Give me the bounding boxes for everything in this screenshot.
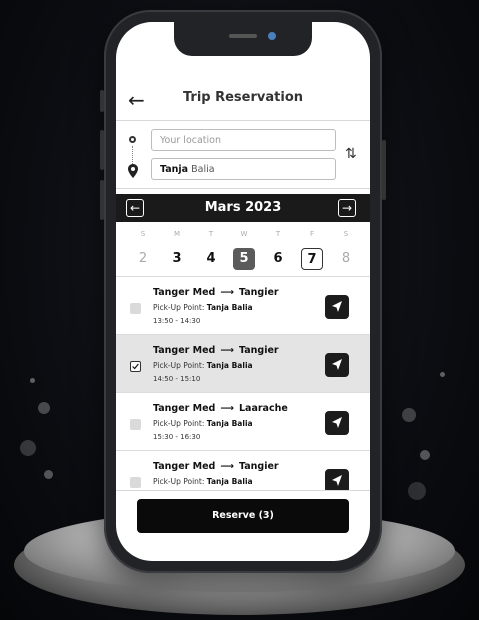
trip-pickup: Pick-Up Point: Tanja Balia [153, 361, 253, 370]
trip-route: Tanger Med ⟶ Laarache [153, 403, 288, 414]
month-selector: ← Mars 2023 → [116, 194, 370, 222]
phone-notch [174, 22, 312, 56]
trip-checkbox[interactable] [130, 303, 141, 314]
phone-side-button [100, 180, 104, 220]
bokeh-dot [30, 378, 35, 383]
reserve-button[interactable]: Reserve (3) [137, 499, 349, 533]
search-divider [116, 188, 370, 189]
trip-row[interactable]: Tanger Med ⟶ Tangier Pick-Up Point: Tanja … [116, 450, 370, 490]
next-month-button[interactable]: → [338, 199, 356, 217]
route-dotted-line [132, 146, 134, 164]
header-divider [116, 120, 370, 121]
bokeh-dot [20, 440, 36, 456]
trip-list: Tanger Med ⟶ Tangier Pick-Up Point: Tanja … [116, 276, 370, 490]
trip-route: Tanger Med ⟶ Tangier [153, 461, 279, 472]
trip-time: 15:30 - 16:30 [153, 433, 201, 441]
weekday-label: M [173, 230, 181, 238]
destination-value-bold: Tanja [160, 164, 189, 175]
weekday-label: F [309, 230, 315, 238]
trip-time: 13:50 - 14:30 [153, 317, 201, 325]
trip-checkbox[interactable] [130, 419, 141, 430]
weekday-label: S [343, 230, 349, 238]
calendar-day-outlined[interactable]: 7 [301, 248, 323, 270]
location-pin-icon [128, 164, 138, 178]
trip-row[interactable]: Tanger Med ⟶ Tangier Pick-Up Point: Tanja … [116, 276, 370, 335]
speaker-grille [229, 34, 257, 38]
navigation-arrow-icon[interactable] [325, 469, 349, 490]
weekday-label: T [275, 230, 281, 238]
weekday-label: W [240, 230, 248, 238]
list-bottom-divider [116, 490, 370, 491]
weekday-label: S [140, 230, 146, 238]
calendar-day[interactable]: 4 [200, 248, 222, 270]
phone-side-button [100, 90, 104, 112]
weekday-label: T [208, 230, 214, 238]
bokeh-dot [44, 470, 53, 479]
trip-checkbox[interactable] [130, 477, 141, 488]
phone-side-button [382, 140, 386, 200]
checkmark-icon [132, 363, 139, 370]
trip-row[interactable]: Tanger Med ⟶ Tangier Pick-Up Point: Tanja … [116, 334, 370, 393]
bokeh-dot [402, 408, 416, 422]
navigation-arrow-icon[interactable] [325, 411, 349, 435]
calendar-day[interactable]: 3 [166, 248, 188, 270]
bokeh-dot [420, 450, 430, 460]
phone-screen: ← Trip Reservation Your location Tanja B… [116, 22, 370, 561]
calendar-day[interactable]: 8 [335, 248, 357, 270]
destination-input[interactable]: Tanja Balia [151, 158, 336, 180]
trip-route: Tanger Med ⟶ Tangier [153, 345, 279, 356]
origin-dot-icon [129, 136, 136, 143]
calendar-day-selected[interactable]: 5 [233, 248, 255, 270]
trip-row[interactable]: Tanger Med ⟶ Laarache Pick-Up Point: Tanja… [116, 392, 370, 451]
bokeh-dot [408, 482, 426, 500]
origin-input[interactable]: Your location [151, 129, 336, 151]
trip-checkbox-checked[interactable] [130, 361, 141, 372]
phone-frame: ← Trip Reservation Your location Tanja B… [100, 10, 386, 573]
bokeh-dot [38, 402, 50, 414]
app-header: ← Trip Reservation [116, 84, 370, 120]
trip-pickup: Pick-Up Point: Tanja Balia [153, 419, 253, 428]
phone-side-button [100, 130, 104, 170]
trip-pickup: Pick-Up Point: Tanja Balia [153, 303, 253, 312]
trip-pickup: Pick-Up Point: Tanja Balia [153, 477, 253, 486]
page-title: Trip Reservation [182, 90, 304, 105]
origin-placeholder: Your location [160, 135, 221, 146]
trip-route: Tanger Med ⟶ Tangier [153, 287, 279, 298]
navigation-arrow-icon[interactable] [325, 295, 349, 319]
camera-icon [268, 32, 276, 40]
month-label: Mars 2023 [204, 200, 282, 215]
trip-time: 14:50 - 15:10 [153, 375, 201, 383]
navigation-arrow-icon[interactable] [325, 353, 349, 377]
destination-value-rest: Balia [188, 164, 215, 175]
calendar-day[interactable]: 2 [132, 248, 154, 270]
bokeh-dot [440, 372, 445, 377]
calendar-day[interactable]: 6 [267, 248, 289, 270]
swap-vertical-icon[interactable]: ⇅ [345, 146, 357, 162]
